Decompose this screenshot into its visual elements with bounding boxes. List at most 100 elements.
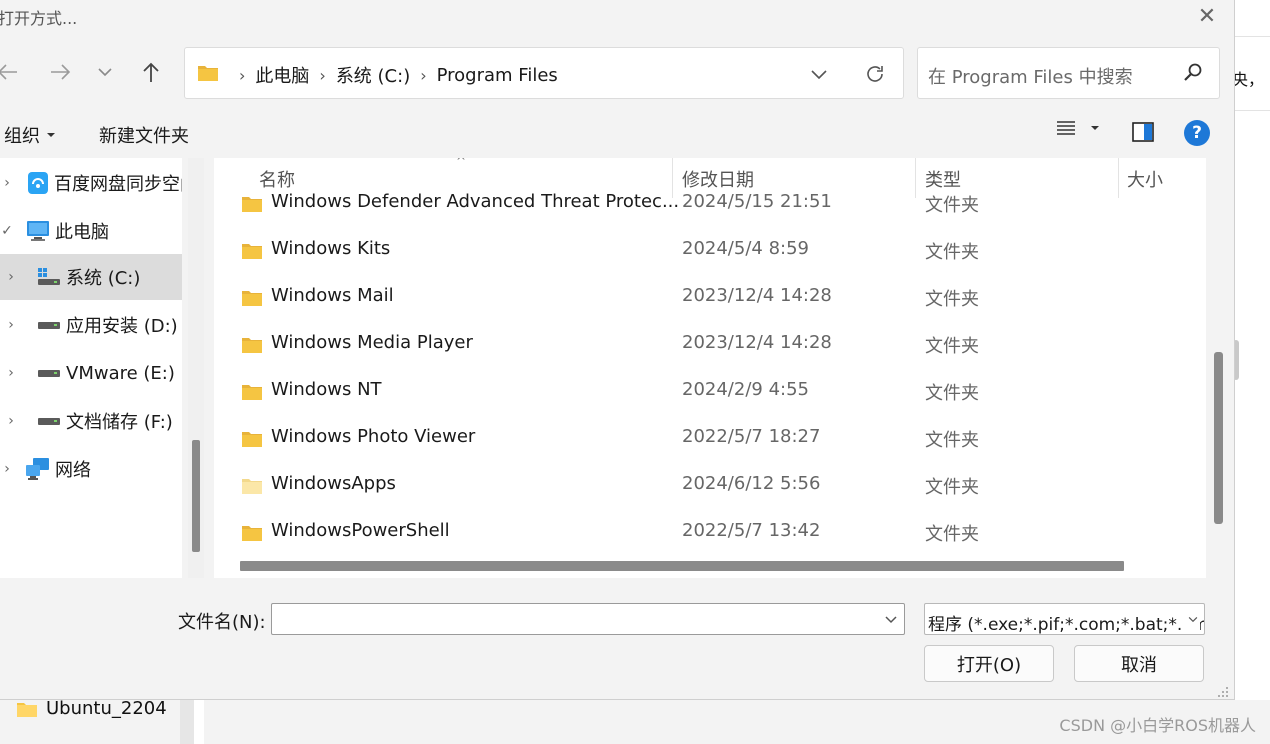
breadcrumb-item[interactable]: Program Files: [437, 65, 558, 86]
breadcrumb-separator: ›: [319, 65, 326, 85]
file-row[interactable]: Windows NT 2024/2/9 4:55 文件夹: [214, 368, 1206, 415]
file-date: 2022/5/7 13:42: [682, 520, 821, 541]
file-row[interactable]: Windows Media Player 2023/12/4 14:28 文件夹: [214, 321, 1206, 368]
nav-item-drive-d[interactable]: › 应用安装 (D:): [0, 302, 182, 348]
expand-chevron-icon[interactable]: ›: [0, 461, 14, 477]
recent-locations-button[interactable]: [91, 58, 119, 86]
expand-chevron-icon[interactable]: ›: [4, 317, 18, 333]
organize-menu-button[interactable]: 组织: [4, 122, 56, 148]
up-button[interactable]: [137, 58, 165, 86]
network-icon: [25, 457, 51, 481]
nav-item-network[interactable]: › 网络: [0, 446, 182, 492]
preview-pane-button[interactable]: [1132, 122, 1154, 146]
close-button[interactable]: ✕: [1192, 2, 1222, 30]
help-button[interactable]: ?: [1184, 120, 1210, 146]
file-row[interactable]: Windows Kits 2024/5/4 8:59 文件夹: [214, 227, 1206, 274]
arrow-up-icon: [143, 62, 159, 82]
scrollbar-thumb[interactable]: [192, 440, 200, 552]
caret-down-icon: [1091, 126, 1099, 130]
file-name: WindowsApps: [271, 473, 396, 494]
cancel-button[interactable]: 取消: [1074, 645, 1204, 682]
filename-input[interactable]: [271, 603, 905, 635]
nav-item-label: 网络: [55, 460, 91, 481]
folder-icon: [242, 432, 262, 447]
file-type: 文件夹: [925, 289, 979, 310]
file-type-filter-select[interactable]: 程序 (*.exe;*.pif;*.com;*.bat;*.cmd): [924, 603, 1205, 635]
folder-icon: [242, 244, 262, 259]
breadcrumb-item[interactable]: 此电脑: [255, 62, 309, 88]
refresh-button[interactable]: [861, 60, 889, 88]
background-folder-item[interactable]: Ubuntu_2204: [16, 698, 167, 719]
file-type: 文件夹: [925, 336, 979, 357]
expand-chevron-icon[interactable]: ›: [4, 413, 18, 429]
address-history-button[interactable]: [805, 60, 833, 88]
file-date: 2023/12/4 14:28: [682, 285, 832, 306]
file-row[interactable]: Windows Photo Viewer 2022/5/7 18:27 文件夹: [214, 415, 1206, 462]
open-button[interactable]: 打开(O): [924, 645, 1054, 682]
breadcrumb-item[interactable]: 系统 (C:): [336, 62, 410, 88]
file-date: 2024/2/9 4:55: [682, 379, 809, 400]
nav-item-label: 应用安装 (D:): [66, 316, 178, 337]
view-options-button[interactable]: [1056, 120, 1100, 136]
title-bar: 打开方式... ✕: [0, 0, 1234, 34]
file-row[interactable]: WindowsApps 2024/6/12 5:56 文件夹: [214, 462, 1206, 509]
collapse-chevron-icon[interactable]: ✓: [0, 223, 14, 239]
arrow-right-icon: [51, 64, 71, 80]
file-date: 2024/6/12 5:56: [682, 473, 821, 494]
nav-item-drive-c[interactable]: › 系统 (C:): [0, 254, 182, 300]
folder-icon: [242, 338, 262, 353]
file-type: 文件夹: [925, 524, 979, 545]
folder-icon: [242, 385, 262, 400]
refresh-icon: [867, 66, 883, 82]
file-name: Windows NT: [271, 379, 382, 400]
drive-icon: [37, 416, 61, 426]
navigation-scrollbar[interactable]: [188, 158, 204, 578]
file-date: 2024/5/15 21:51: [682, 191, 832, 212]
forward-button[interactable]: [46, 58, 74, 86]
file-name: Windows Photo Viewer: [271, 426, 476, 447]
new-folder-button[interactable]: 新建文件夹: [99, 122, 189, 148]
vertical-scrollbar[interactable]: [1206, 158, 1226, 578]
back-button[interactable]: [0, 58, 22, 86]
windows-drive-icon: [37, 268, 61, 286]
file-date: 2022/5/7 18:27: [682, 426, 821, 447]
nav-item-label: VMware (E:): [66, 362, 175, 384]
nav-item-drive-f[interactable]: › 文档储存 (F:): [0, 398, 182, 444]
dialog-title: 打开方式...: [0, 9, 78, 28]
nav-item-drive-e[interactable]: › VMware (E:): [0, 350, 182, 396]
arrow-left-icon: [0, 64, 17, 80]
file-type: 文件夹: [925, 195, 979, 216]
nav-item-baidu-netdisk[interactable]: › 百度网盘同步空间: [0, 160, 182, 206]
navigation-pane: › 百度网盘同步空间 ✓ 此电脑 › 系统 (C:) › 应用安装 (D: [0, 158, 182, 578]
chevron-down-icon[interactable]: [884, 608, 898, 630]
file-row[interactable]: WindowsPowerShell 2022/5/7 13:42 文件夹: [214, 509, 1206, 556]
help-icon: ?: [1192, 123, 1202, 143]
file-row[interactable]: Windows Defender Advanced Threat Protec.…: [214, 180, 1206, 227]
search-input[interactable]: 在 Program Files 中搜索: [928, 63, 1133, 89]
search-box[interactable]: 在 Program Files 中搜索: [917, 47, 1220, 99]
folder-light-icon: [242, 479, 262, 494]
horizontal-scrollbar-thumb[interactable]: [240, 561, 1124, 571]
folder-icon: [242, 291, 262, 306]
address-bar[interactable]: › 此电脑 › 系统 (C:) › Program Files: [184, 47, 904, 99]
file-name: WindowsPowerShell: [271, 520, 450, 541]
file-name: Windows Defender Advanced Threat Protec.…: [271, 191, 680, 212]
file-type: 文件夹: [925, 430, 979, 451]
file-list: ^ 名称 修改日期 类型 大小 Windows Defender Advance…: [214, 158, 1206, 578]
folder-icon: [242, 197, 262, 212]
file-name: Windows Media Player: [271, 332, 473, 353]
scrollbar-thumb[interactable]: [1214, 352, 1223, 524]
file-row[interactable]: Windows Mail 2023/12/4 14:28 文件夹: [214, 274, 1206, 321]
expand-chevron-icon[interactable]: ›: [4, 269, 18, 285]
search-icon[interactable]: [1183, 62, 1203, 82]
resize-grip-icon[interactable]: [1216, 686, 1230, 698]
drive-icon: [37, 368, 61, 378]
expand-chevron-icon[interactable]: ›: [4, 365, 18, 381]
nav-item-this-pc[interactable]: ✓ 此电脑: [0, 208, 182, 254]
background-window: [1235, 0, 1270, 744]
folder-icon: [198, 66, 218, 81]
drive-icon: [37, 320, 61, 330]
file-name: Windows Kits: [271, 238, 391, 259]
file-type-filter-value: 程序 (*.exe;*.pif;*.com;*.bat;*.cmd): [928, 615, 1205, 635]
expand-chevron-icon[interactable]: ›: [0, 175, 14, 191]
